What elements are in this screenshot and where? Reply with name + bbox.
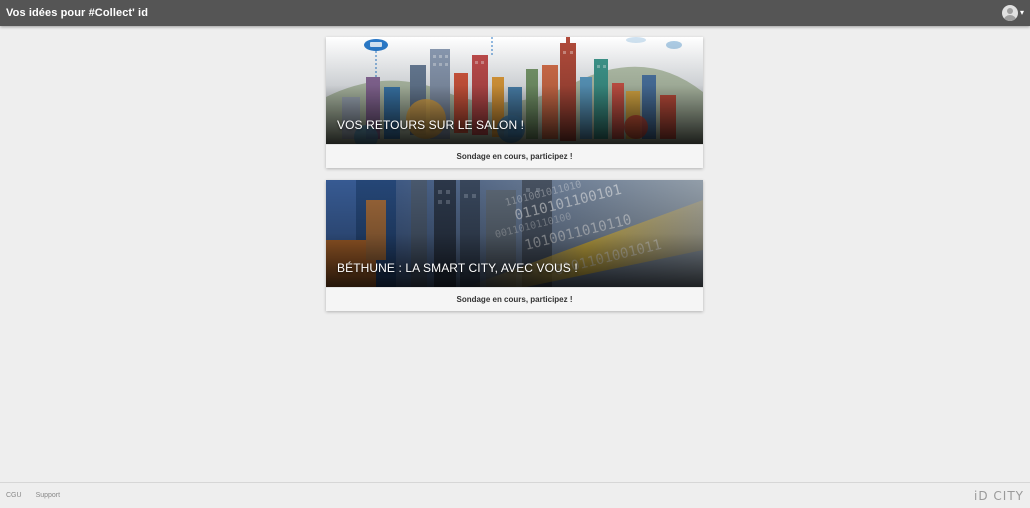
footer-link-cgu[interactable]: CGU — [6, 492, 22, 499]
card-status[interactable]: Sondage en cours, participez ! — [326, 287, 703, 311]
card-title[interactable]: BÉTHUNE : LA SMART CITY, AVEC VOUS ! — [337, 261, 578, 275]
card-image-smart-city-photo[interactable]: 0110101100101 1010011010110 010110100101… — [326, 180, 703, 287]
card-status[interactable]: Sondage en cours, participez ! — [326, 144, 703, 168]
user-menu-button[interactable]: ▾ — [1001, 5, 1024, 21]
footer-link-support[interactable]: Support — [36, 492, 61, 499]
top-app-bar: Vos idées pour #Collect' id ▾ — [0, 0, 1030, 26]
app-title: Vos idées pour #Collect' id — [6, 7, 149, 19]
survey-list: VOS RETOURS SUR LE SALON ! Sondage en co… — [326, 37, 703, 323]
survey-card-smart-city[interactable]: 0110101100101 1010011010110 010110100101… — [326, 180, 703, 311]
footer-links: CGU Support — [6, 492, 60, 499]
survey-card-salon[interactable]: VOS RETOURS SUR LE SALON ! Sondage en co… — [326, 37, 703, 168]
card-title[interactable]: VOS RETOURS SUR LE SALON ! — [337, 118, 524, 132]
card-image-city-illustration[interactable]: VOS RETOURS SUR LE SALON ! — [326, 37, 703, 144]
page-footer: CGU Support iD CITY — [0, 482, 1030, 508]
chevron-down-icon[interactable]: ▾ — [1020, 9, 1024, 17]
brand-logo: iD CITY — [974, 488, 1024, 503]
user-avatar-icon[interactable] — [1001, 5, 1018, 21]
